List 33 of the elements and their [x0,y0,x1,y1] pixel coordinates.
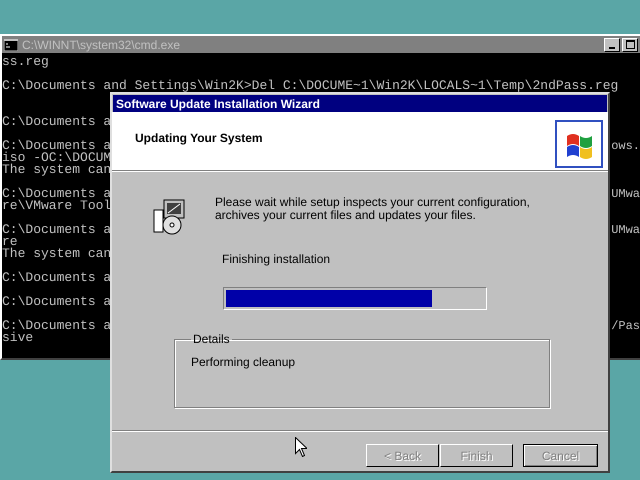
console-line: iso -OC:\DOCUM [2,152,112,164]
minimize-button[interactable] [604,38,620,52]
console-line: C:\Documents a [2,272,112,284]
mouse-pointer-icon [295,437,307,457]
minimize-icon [609,46,615,48]
console-line: The system can [2,164,112,176]
console-line: C:\Documents a [2,188,112,200]
console-line: C:\Documents a [2,224,112,236]
console-line: C:\Documents a [2,320,112,332]
console-icon [4,38,18,50]
windows-logo-icon [555,120,603,168]
console-line: ows. [611,140,640,152]
status-text: Finishing installation [222,251,332,268]
console-line: C:\Documents and Settings\Win2K>Del C:\DOCUME~1\Win2K\LOCALS~1\Temp\2ndPass.reg [2,80,618,92]
console-line: C:\Documents a [2,296,112,308]
console-line: UMwa [611,224,640,236]
console-line: C:\Documents a [2,140,112,152]
console-line: UMwa [611,188,640,200]
dialog-title: Software Update Installation Wizard [116,96,320,112]
header-title: Updating Your System [135,130,263,147]
console-line: C:\Documents a [2,116,112,128]
console-line: /Pas [611,320,640,332]
console-line: re [2,236,18,248]
console-line: ss.reg [2,56,49,68]
console-line: The system can [2,248,112,260]
group-label: Details [192,331,231,348]
console-line: re\VMware Tool [2,200,112,212]
details-text: Performing cleanup [191,354,296,371]
maximize-button[interactable] [622,38,638,52]
instruction-text: Please wait while setup inspects your current configuration, archives your current files and updates your files. [215,196,531,224]
console-line: sive [2,332,34,344]
window-title: C:\WINNT\system32\cmd.exe [22,36,182,54]
maximize-icon [626,40,634,49]
